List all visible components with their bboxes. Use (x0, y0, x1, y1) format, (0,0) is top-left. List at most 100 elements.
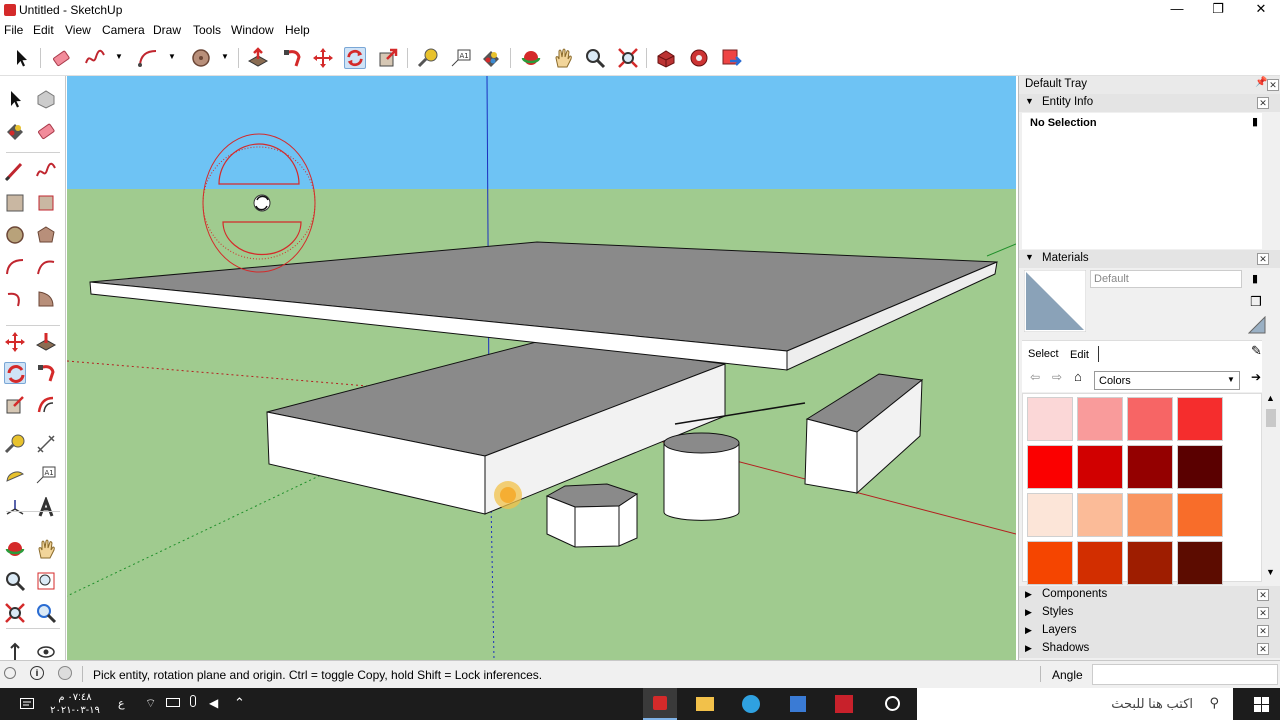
zoom-window-tool-icon[interactable] (35, 570, 57, 592)
push-pull-tool-icon[interactable] (35, 331, 57, 353)
store-icon[interactable] (790, 696, 806, 712)
styles-close-button[interactable]: ✕ (1257, 607, 1269, 619)
chevron-down-icon[interactable]: ▼ (221, 52, 229, 61)
create-material-icon[interactable]: ❒ (1250, 294, 1262, 310)
tape-measure-tool-icon[interactable] (4, 433, 26, 455)
zoom-tool-icon[interactable] (4, 570, 26, 592)
modeling-viewport[interactable] (67, 76, 1016, 660)
zoom-extents-tool-icon[interactable] (4, 602, 26, 624)
rotate-tool-icon[interactable] (344, 47, 366, 69)
freehand-tool-icon[interactable] (35, 160, 57, 182)
axes-tool-icon[interactable] (4, 497, 26, 519)
material-swatch[interactable] (1077, 397, 1123, 441)
back-arrow-icon[interactable]: ⇦ (1030, 370, 1040, 384)
materials-close-button[interactable]: ✕ (1257, 253, 1269, 265)
material-swatch[interactable] (1127, 493, 1173, 537)
details-toggle-icon[interactable]: ▮ (1252, 115, 1258, 128)
home-icon[interactable]: ⌂ (1074, 369, 1082, 384)
swatch-scrollbar[interactable]: ▲ ▼ (1263, 393, 1279, 582)
material-swatch[interactable] (1027, 541, 1073, 585)
restore-button[interactable]: ❐ (1198, 0, 1238, 20)
material-swatch[interactable] (1177, 397, 1223, 441)
rotated-rectangle-tool-icon[interactable] (35, 192, 57, 214)
entity-info-close-button[interactable]: ✕ (1257, 97, 1269, 109)
scale-tool-icon[interactable] (377, 47, 399, 69)
menu-file[interactable]: File (4, 23, 23, 37)
volume-icon[interactable]: ◀ (209, 696, 218, 710)
tab-select[interactable]: Select (1028, 348, 1059, 360)
layers-close-button[interactable]: ✕ (1257, 625, 1269, 637)
microphone-icon[interactable] (190, 695, 196, 707)
wifi-icon[interactable]: ⌔ (145, 696, 156, 711)
three-point-arc-tool-icon[interactable] (4, 288, 26, 310)
two-point-arc-tool-icon[interactable] (35, 256, 57, 278)
offset-tool-icon[interactable] (35, 394, 57, 416)
polygon-tool-icon[interactable] (35, 224, 57, 246)
material-swatch[interactable] (1027, 397, 1073, 441)
menu-edit[interactable]: Edit (33, 23, 54, 37)
paint-bucket-tool-icon[interactable] (480, 47, 502, 69)
freehand-tool-icon[interactable] (84, 47, 106, 69)
edge-browser-icon[interactable] (742, 695, 760, 713)
circle-tool-icon[interactable] (4, 224, 26, 246)
close-button[interactable]: ✕ (1241, 0, 1280, 20)
taskbar-search-box[interactable]: ⚲ اكتب هنا للبحث (917, 688, 1233, 720)
zoom-tool-icon[interactable] (584, 47, 606, 69)
default-material-icon[interactable] (1248, 316, 1266, 334)
scroll-up-icon[interactable]: ▲ (1266, 393, 1275, 403)
3d-warehouse-icon[interactable] (655, 47, 677, 69)
pin-icon[interactable]: 📌 (1255, 77, 1267, 88)
shadows-header[interactable]: ▶ Shadows ✕ (1019, 640, 1280, 658)
follow-me-tool-icon[interactable] (35, 362, 57, 384)
battery-icon[interactable] (166, 698, 180, 707)
notification-icon[interactable] (20, 698, 34, 710)
clock[interactable]: ٠٧:٤٨ م ١٩-٠٣-٢٠٢١ (45, 691, 105, 717)
file-explorer-icon[interactable] (696, 697, 714, 711)
line-tool-icon[interactable] (4, 160, 26, 182)
push-pull-tool-icon[interactable] (247, 47, 269, 69)
info-icon[interactable]: i (30, 666, 44, 680)
material-swatch[interactable] (1127, 541, 1173, 585)
material-name-field[interactable] (1090, 270, 1242, 288)
details-icon[interactable]: ▮ (1252, 272, 1258, 285)
menu-tools[interactable]: Tools (193, 23, 221, 37)
material-swatch[interactable] (1027, 445, 1073, 489)
eraser-tool-icon[interactable] (50, 47, 72, 69)
tape-measure-tool-icon[interactable] (417, 47, 439, 69)
styles-header[interactable]: ▶ Styles ✕ (1019, 604, 1280, 622)
zoom-extents-tool-icon[interactable] (617, 47, 639, 69)
entity-info-header[interactable]: ▼ Entity Info ✕ (1019, 94, 1280, 112)
components-header[interactable]: ▶ Components ✕ (1019, 586, 1280, 604)
library-select[interactable]: Colors ▼ (1094, 371, 1240, 390)
taskbar-sketchup-button[interactable] (643, 688, 677, 720)
protractor-tool-icon[interactable] (4, 464, 26, 486)
menu-window[interactable]: Window (231, 23, 274, 37)
minimize-button[interactable]: — (1157, 0, 1197, 20)
material-swatch[interactable] (1077, 541, 1123, 585)
menu-view[interactable]: View (65, 23, 91, 37)
scroll-down-icon[interactable]: ▼ (1266, 567, 1275, 577)
rectangle-tool-icon[interactable] (4, 192, 26, 214)
material-swatch[interactable] (1077, 493, 1123, 537)
material-swatch[interactable] (1077, 445, 1123, 489)
rotate-tool-icon[interactable] (4, 362, 26, 384)
material-swatch[interactable] (1177, 445, 1223, 489)
move-tool-icon[interactable] (312, 47, 334, 69)
material-swatch[interactable] (1127, 397, 1173, 441)
orbit-tool-icon[interactable] (4, 538, 26, 560)
menu-camera[interactable]: Camera (102, 23, 145, 37)
arc-tool-icon[interactable] (137, 47, 159, 69)
text-tool-icon[interactable]: A1 (450, 47, 472, 69)
move-tool-icon[interactable] (4, 331, 26, 353)
geo-location-icon[interactable] (4, 667, 16, 679)
layers-header[interactable]: ▶ Layers ✕ (1019, 622, 1280, 640)
3d-text-tool-icon[interactable] (35, 495, 57, 519)
chevron-down-icon[interactable]: ▼ (168, 52, 176, 61)
tab-edit[interactable]: Edit (1070, 349, 1089, 361)
extension-warehouse-icon[interactable] (688, 47, 710, 69)
material-swatch[interactable] (1177, 541, 1223, 585)
eraser-tool-icon[interactable] (35, 120, 57, 142)
pie-tool-icon[interactable] (35, 288, 57, 310)
select-tool-icon[interactable] (4, 88, 26, 110)
tray-close-button[interactable]: ✕ (1267, 79, 1279, 91)
